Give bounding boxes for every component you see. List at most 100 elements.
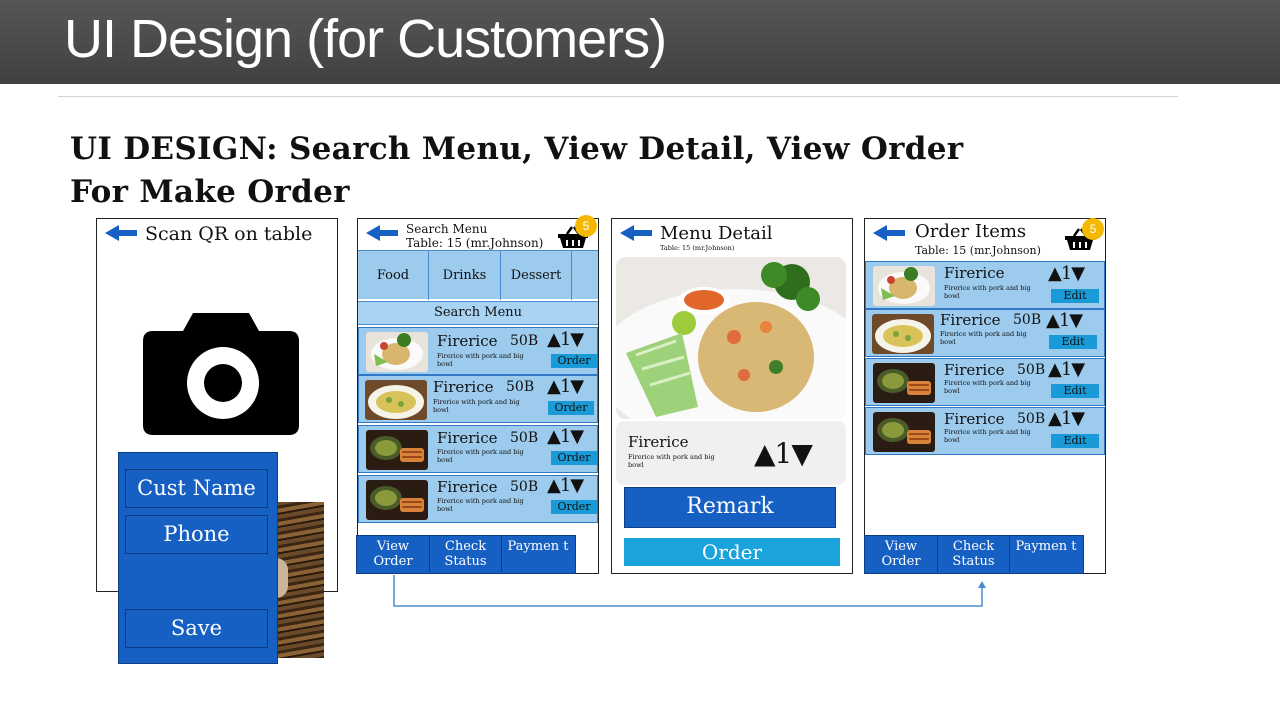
back-arrow-icon[interactable]: [105, 224, 137, 242]
cust-name-field[interactable]: Cust Name: [125, 469, 268, 508]
qty-stepper[interactable]: ▲1▼: [547, 475, 584, 496]
decrease-icon[interactable]: ▼: [1071, 359, 1085, 380]
search-menu-screen: Search Menu Table: 15 (mr.Johnson) 5 Foo…: [356, 215, 599, 574]
increase-icon[interactable]: ▲: [1046, 310, 1060, 331]
qty-stepper[interactable]: ▲1▼: [547, 329, 584, 350]
check-status-button[interactable]: Check Status: [938, 536, 1010, 572]
menu-item[interactable]: Firerice 50B Firerice with pork and big …: [358, 425, 598, 473]
menu-item[interactable]: Firerice 50B Firerice with pork and big …: [358, 375, 598, 423]
increase-icon[interactable]: ▲: [1048, 263, 1062, 284]
tab-food[interactable]: Food: [358, 251, 429, 300]
qty-stepper[interactable]: ▲1▼: [547, 426, 584, 447]
decrease-icon[interactable]: ▼: [1071, 263, 1085, 284]
increase-icon[interactable]: ▲: [547, 376, 561, 397]
qty-stepper[interactable]: ▲1▼: [1048, 408, 1085, 429]
edit-button[interactable]: Edit: [1051, 384, 1099, 398]
qty-value: 1: [1060, 408, 1072, 429]
decrease-icon[interactable]: ▼: [570, 329, 584, 350]
decrease-icon[interactable]: ▼: [570, 475, 584, 496]
qty-stepper[interactable]: ▲1▼: [754, 437, 813, 470]
item-price: 50B: [510, 430, 539, 446]
edit-button[interactable]: Edit: [1051, 434, 1099, 448]
bottom-nav: View Order Check Status Paymen t: [864, 535, 1084, 574]
qty-value: 1: [1060, 263, 1072, 284]
phone-field[interactable]: Phone: [125, 515, 268, 554]
decrease-icon[interactable]: ▼: [1071, 408, 1085, 429]
customer-form-panel: Cust Name Phone Save: [118, 452, 278, 664]
table-label: Table: 15 (mr.Johnson): [660, 244, 735, 252]
bottom-nav: View Order Check Status Paymen t: [356, 535, 576, 574]
check-status-button[interactable]: Check Status: [430, 536, 502, 572]
fried-rice-thumbnail: [873, 266, 935, 306]
increase-icon[interactable]: ▲: [547, 426, 561, 447]
decrease-icon[interactable]: ▼: [570, 426, 584, 447]
payment-button[interactable]: Paymen t: [502, 536, 574, 572]
order-button[interactable]: Order: [551, 354, 597, 368]
back-arrow-icon[interactable]: [873, 224, 905, 242]
item-name: Firerice: [437, 478, 498, 496]
menu-item[interactable]: Firerice 50B Firerice with pork and big …: [358, 475, 598, 523]
increase-icon[interactable]: ▲: [1048, 359, 1062, 380]
payment-button[interactable]: Paymen t: [1010, 536, 1082, 572]
camera-icon[interactable]: [141, 313, 301, 435]
noodle-bowl-thumbnail: [873, 363, 935, 403]
cart-count-badge: 5: [575, 215, 597, 237]
qty-value: 1: [559, 426, 571, 447]
cart-count-badge: 5: [1082, 218, 1104, 240]
section-heading: UI DESIGN: Search Menu, View Detail, Vie…: [70, 128, 963, 214]
order-item[interactable]: Firerice 50B Firerice with pork and big …: [865, 309, 1105, 357]
item-name: Firerice: [940, 311, 1001, 329]
tab-drinks[interactable]: Drinks: [429, 251, 501, 300]
wood-table-photo: [276, 502, 324, 658]
screen-title: Scan QR on table: [145, 223, 313, 245]
item-name: Firerice: [944, 410, 1005, 428]
decrease-icon[interactable]: ▼: [570, 376, 584, 397]
tab-dessert[interactable]: Dessert: [501, 251, 572, 300]
item-desc: Firerice with pork and big bowl: [944, 284, 1031, 300]
increase-icon[interactable]: ▲: [1048, 408, 1062, 429]
item-desc: Firerice with pork and big bowl: [433, 398, 520, 414]
screen-title: Search Menu: [406, 222, 488, 236]
decrease-icon[interactable]: ▼: [1069, 310, 1083, 331]
edit-button[interactable]: Edit: [1049, 335, 1097, 349]
menu-detail-screen: Menu Detail Table: 15 (mr.Johnson) Firer…: [611, 218, 853, 574]
qty-value: 1: [559, 475, 571, 496]
order-button[interactable]: Order: [548, 401, 594, 415]
qty-stepper[interactable]: ▲1▼: [1048, 263, 1085, 284]
decrease-icon[interactable]: ▼: [791, 437, 813, 470]
item-desc: Firerice with pork and big bowl: [437, 352, 524, 368]
order-button[interactable]: Order: [624, 538, 840, 566]
increase-icon[interactable]: ▲: [754, 437, 776, 470]
save-button[interactable]: Save: [125, 609, 268, 648]
back-arrow-icon[interactable]: [366, 224, 398, 242]
item-desc: Firerice with pork and big bowl: [628, 453, 715, 469]
increase-icon[interactable]: ▲: [547, 329, 561, 350]
increase-icon[interactable]: ▲: [547, 475, 561, 496]
order-button[interactable]: Order: [551, 451, 597, 465]
category-tabs: Food Drinks Dessert: [358, 250, 598, 300]
fried-rice-photo: [616, 257, 846, 419]
qty-stepper[interactable]: ▲1▼: [1046, 310, 1083, 331]
back-arrow-icon[interactable]: [620, 224, 652, 242]
view-order-button[interactable]: View Order: [357, 536, 430, 572]
qty-stepper[interactable]: ▲1▼: [1048, 359, 1085, 380]
edit-button[interactable]: Edit: [1051, 289, 1099, 303]
view-order-button[interactable]: View Order: [865, 536, 938, 572]
noodle-bowl-thumbnail: [366, 480, 428, 520]
search-menu-bar[interactable]: Search Menu: [358, 301, 598, 325]
item-price: 50B: [506, 379, 535, 395]
screen-title: Order Items: [915, 221, 1027, 242]
title-banner: UI Design (for Customers): [0, 0, 1280, 84]
item-desc: Firerice with pork and big bowl: [437, 448, 524, 464]
order-items-screen: Order Items Table: 15 (mr.Johnson) 5 Fir…: [864, 218, 1106, 574]
order-button[interactable]: Order: [551, 500, 597, 514]
order-item[interactable]: Firerice Firerice with pork and big bowl…: [865, 261, 1105, 309]
qty-stepper[interactable]: ▲1▼: [547, 376, 584, 397]
menu-item[interactable]: Firerice 50B Firerice with pork and big …: [358, 327, 598, 375]
remark-button[interactable]: Remark: [624, 487, 836, 528]
order-item[interactable]: Firerice 50B Firerice with pork and big …: [865, 358, 1105, 406]
detail-info-card: Firerice Firerice with pork and big bowl…: [616, 421, 846, 485]
item-name: Firerice: [944, 361, 1005, 379]
divider: [58, 96, 1178, 97]
order-item[interactable]: Firerice 50B Firerice with pork and big …: [865, 407, 1105, 455]
